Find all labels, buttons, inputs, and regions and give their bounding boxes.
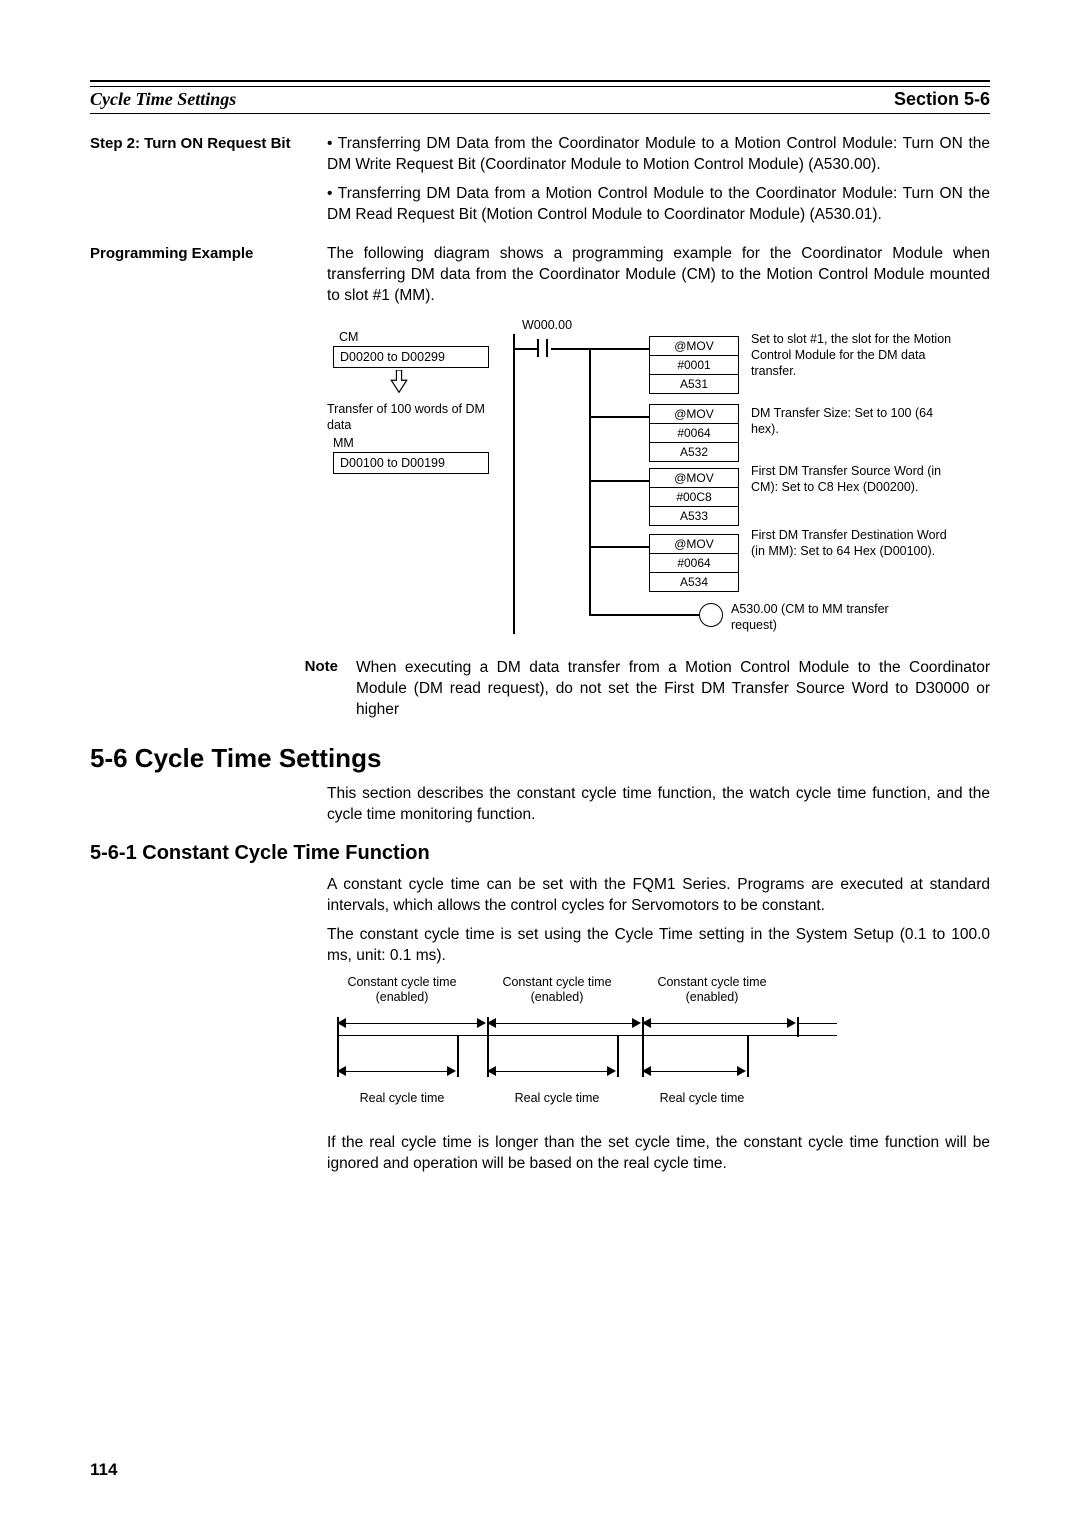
- programming-diagram: CM D00200 to D00299 Transfer of 100 word…: [327, 324, 990, 644]
- top-label-3: Constant cycle time (enabled): [637, 975, 787, 1005]
- step2-block: Step 2: Turn ON Request Bit Transferring…: [90, 134, 990, 234]
- tick-short-1: [457, 1035, 459, 1077]
- bot-arrow-3-line: [650, 1071, 739, 1073]
- rung-left: [513, 348, 537, 350]
- mov2-note: DM Transfer Size: Set to 100 (64 hex).: [751, 406, 961, 437]
- output-coil: [699, 603, 723, 627]
- arrow-r-icon-2: [632, 1018, 641, 1028]
- cm-range-box: D00200 to D00299: [333, 346, 489, 368]
- top-arrow-tail: [797, 1023, 837, 1025]
- prog-example-intro: The following diagram shows a programmin…: [327, 244, 990, 315]
- p3: If the real cycle time is longer than th…: [327, 1133, 990, 1175]
- tick-long-4: [797, 1017, 799, 1037]
- mov1-op: @MOV: [650, 337, 738, 356]
- header-left: Cycle Time Settings: [90, 89, 236, 110]
- mov1-wire: [589, 348, 649, 350]
- mov-block-3: @MOV #00C8 A533: [649, 468, 739, 526]
- cm-label: CM: [339, 330, 358, 346]
- mov1-v2: A531: [650, 375, 738, 393]
- coil-wire: [589, 614, 699, 616]
- step2-bullet-1: Transferring DM Data from the Coordinato…: [327, 134, 990, 176]
- mov3-wire: [589, 480, 649, 482]
- mov3-v2: A533: [650, 507, 738, 525]
- mov4-note: First DM Transfer Destination Word (in M…: [751, 528, 961, 559]
- tick-short-2: [617, 1035, 619, 1077]
- arrow-r-icon-b2: [607, 1066, 616, 1076]
- header-rule: [90, 80, 990, 87]
- cycle-time-diagram: Constant cycle time (enabled) Constant c…: [327, 975, 990, 1125]
- top-arrow-2-line: [495, 1023, 634, 1025]
- header-row: Cycle Time Settings Section 5-6: [90, 89, 990, 114]
- section-5-6-1-body: A constant cycle time can be set with th…: [327, 875, 990, 967]
- note-body: When executing a DM data transfer from a…: [356, 658, 990, 721]
- bot-arrow-1-line: [345, 1071, 449, 1073]
- arrow-r-icon-3: [787, 1018, 796, 1028]
- mm-label: MM: [333, 436, 354, 452]
- mov4-wire: [589, 546, 649, 548]
- prog-example-label: Programming Example: [90, 244, 305, 315]
- p2: The constant cycle time is set using the…: [327, 925, 990, 967]
- mov-block-2: @MOV #0064 A532: [649, 404, 739, 462]
- mov4-op: @MOV: [650, 535, 738, 554]
- p1: A constant cycle time can be set with th…: [327, 875, 990, 917]
- contact-label: W000.00: [522, 318, 572, 334]
- top-arrow-1-line: [345, 1023, 479, 1025]
- mov1-v1: #0001: [650, 356, 738, 375]
- page-number: 114: [90, 1460, 117, 1480]
- arrow-l-icon: [337, 1018, 346, 1028]
- mov3-op: @MOV: [650, 469, 738, 488]
- prog-example-block: Programming Example The following diagra…: [90, 244, 990, 315]
- arrow-l-icon-b3: [642, 1066, 651, 1076]
- timeline-baseline: [337, 1035, 837, 1037]
- branch-rail: [589, 348, 591, 616]
- arrow-r-icon-b1: [447, 1066, 456, 1076]
- rung-right: [551, 348, 591, 350]
- step2-label: Step 2: Turn ON Request Bit: [90, 134, 305, 234]
- prog-example-intro-text: The following diagram shows a programmin…: [327, 244, 990, 307]
- ladder-rail: [513, 334, 515, 634]
- mov2-v2: A532: [650, 443, 738, 461]
- section-5-6-intro: This section describes the constant cycl…: [327, 784, 990, 826]
- arrow-l-icon-b2: [487, 1066, 496, 1076]
- bot-label-1: Real cycle time: [327, 1091, 477, 1105]
- mov-block-1: @MOV #0001 A531: [649, 336, 739, 394]
- section-5-6-1-p3-wrap: If the real cycle time is longer than th…: [327, 1133, 990, 1175]
- mov2-op: @MOV: [650, 405, 738, 424]
- arrow-r-icon-b3: [737, 1066, 746, 1076]
- bot-arrow-2-line: [495, 1071, 609, 1073]
- section-5-6-title: 5-6 Cycle Time Settings: [90, 743, 990, 774]
- note-block: Note When executing a DM data transfer f…: [290, 658, 990, 721]
- step2-content: Transferring DM Data from the Coordinato…: [327, 134, 990, 234]
- top-arrow-3-line: [650, 1023, 789, 1025]
- mov3-v1: #00C8: [650, 488, 738, 507]
- down-arrow-icon: [387, 370, 411, 394]
- arrow-l-icon-b1: [337, 1066, 346, 1076]
- header-right: Section 5-6: [894, 89, 990, 110]
- mov4-v2: A534: [650, 573, 738, 591]
- step2-bullet-2: Transferring DM Data from a Motion Contr…: [327, 184, 990, 226]
- top-label-1: Constant cycle time (enabled): [327, 975, 477, 1005]
- arrow-l-icon-2: [487, 1018, 496, 1028]
- ladder-contact: [537, 339, 548, 357]
- arrow-l-icon-3: [642, 1018, 651, 1028]
- section-5-6-1-title: 5-6-1 Constant Cycle Time Function: [90, 842, 990, 865]
- mov2-v1: #0064: [650, 424, 738, 443]
- bot-label-2: Real cycle time: [482, 1091, 632, 1105]
- page: Cycle Time Settings Section 5-6 Step 2: …: [0, 0, 1080, 1528]
- tick-short-3: [747, 1035, 749, 1077]
- transfer-text: Transfer of 100 words of DM data: [327, 402, 492, 433]
- mov-block-4: @MOV #0064 A534: [649, 534, 739, 592]
- mov4-v1: #0064: [650, 554, 738, 573]
- coil-note: A530.00 (CM to MM transfer request): [731, 602, 931, 633]
- note-label: Note: [290, 658, 338, 721]
- mov3-note: First DM Transfer Source Word (in CM): S…: [751, 464, 961, 495]
- mm-range-box: D00100 to D00199: [333, 452, 489, 474]
- top-label-2: Constant cycle time (enabled): [482, 975, 632, 1005]
- arrow-r-icon: [477, 1018, 486, 1028]
- mov2-wire: [589, 416, 649, 418]
- bot-label-3: Real cycle time: [627, 1091, 777, 1105]
- mov1-note: Set to slot #1, the slot for the Motion …: [751, 332, 961, 379]
